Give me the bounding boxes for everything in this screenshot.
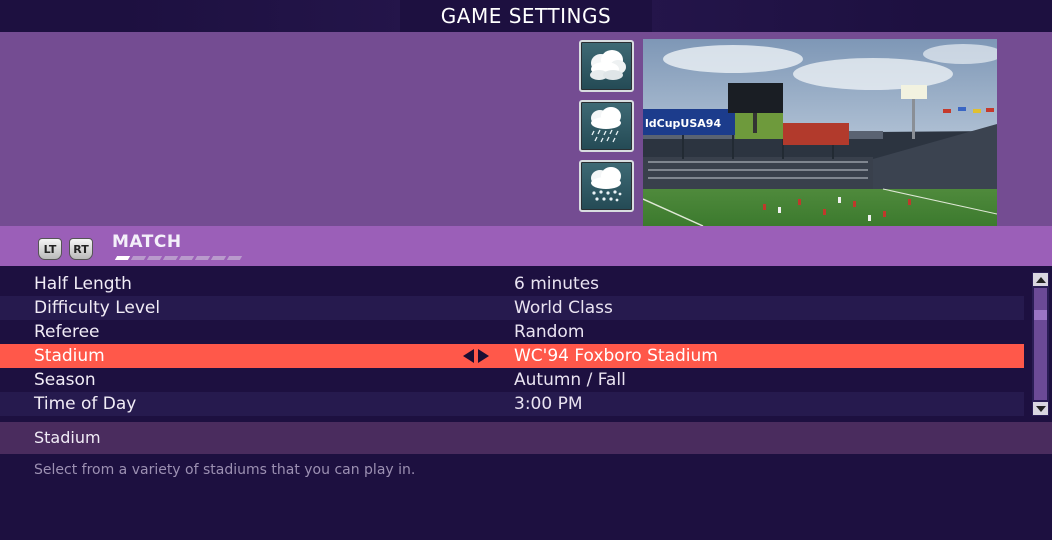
tab-match[interactable]: MATCH xyxy=(112,232,182,252)
page-indicator-dot xyxy=(114,256,131,260)
title-bar: GAME SETTINGS xyxy=(0,0,1052,32)
arrow-left-icon[interactable] xyxy=(463,349,474,363)
arrow-down-icon xyxy=(1035,405,1046,412)
setting-row-referee[interactable]: Referee Random xyxy=(0,320,1024,344)
weather-cloudy-button[interactable] xyxy=(579,40,634,92)
scroll-thumb[interactable] xyxy=(1034,288,1047,400)
help-title-bar: Stadium xyxy=(0,422,1052,454)
page-indicator-dot xyxy=(226,256,243,260)
setting-value: 6 minutes xyxy=(514,274,600,294)
lt-shoulder-button[interactable]: LT xyxy=(38,238,62,260)
scroll-position-marker xyxy=(1034,310,1047,320)
rt-shoulder-button[interactable]: RT xyxy=(69,238,93,260)
help-description: Select from a variety of stadiums that y… xyxy=(34,462,416,478)
weather-rain-button[interactable] xyxy=(579,100,634,152)
setting-label: Time of Day xyxy=(34,394,137,414)
setting-value: World Class xyxy=(514,298,613,318)
setting-value: 3:00 PM xyxy=(514,394,583,414)
title-fade-right xyxy=(652,0,932,32)
settings-list: Half Length 6 minutes Difficulty Level W… xyxy=(0,272,1024,416)
setting-row-time-of-day[interactable]: Time of Day 3:00 PM xyxy=(0,392,1024,416)
setting-label: Half Length xyxy=(34,274,132,294)
setting-label: Referee xyxy=(34,322,100,342)
page-indicator-dot xyxy=(194,256,211,260)
setting-row-difficulty-level[interactable]: Difficulty Level World Class xyxy=(0,296,1024,320)
setting-row-half-length[interactable]: Half Length 6 minutes xyxy=(0,272,1024,296)
setting-value: Autumn / Fall xyxy=(514,370,626,390)
weather-snow-button[interactable] xyxy=(579,160,634,212)
page-indicator-dot xyxy=(162,256,179,260)
setting-row-stadium[interactable]: Stadium WC'94 Foxboro Stadium xyxy=(0,344,1024,368)
arrow-right-icon[interactable] xyxy=(478,349,489,363)
scroll-down-button[interactable] xyxy=(1033,402,1048,415)
page-indicator-dot xyxy=(146,256,163,260)
value-selector-arrows xyxy=(463,344,489,368)
arrow-up-icon xyxy=(1035,276,1046,283)
scroll-up-button[interactable] xyxy=(1033,273,1048,286)
setting-label: Difficulty Level xyxy=(34,298,161,318)
stadium-preview-image: ldCupUSA94 xyxy=(643,39,997,226)
title-fade-left xyxy=(120,0,400,32)
setting-value: WC'94 Foxboro Stadium xyxy=(514,346,718,366)
setting-label: Season xyxy=(34,370,96,390)
page-indicator-dot xyxy=(130,256,147,260)
setting-row-season[interactable]: Season Autumn / Fall xyxy=(0,368,1024,392)
setting-label: Stadium xyxy=(34,346,105,366)
rain-cloud-icon xyxy=(590,107,621,143)
settings-scrollbar[interactable] xyxy=(1032,272,1049,416)
snow-cloud-icon xyxy=(590,167,621,202)
tab-page-indicator xyxy=(114,256,243,260)
page-indicator-dot xyxy=(210,256,227,260)
setting-value: Random xyxy=(514,322,585,342)
page-title: GAME SETTINGS xyxy=(440,4,612,28)
tab-bar: LT RT MATCH xyxy=(0,226,1052,266)
stadium-scene: ldCupUSA94 xyxy=(643,39,997,226)
stadium-banner-text: ldCupUSA94 xyxy=(645,117,721,130)
page-indicator-dot xyxy=(178,256,195,260)
help-title: Stadium xyxy=(34,428,101,447)
cloud-icon xyxy=(589,50,626,80)
